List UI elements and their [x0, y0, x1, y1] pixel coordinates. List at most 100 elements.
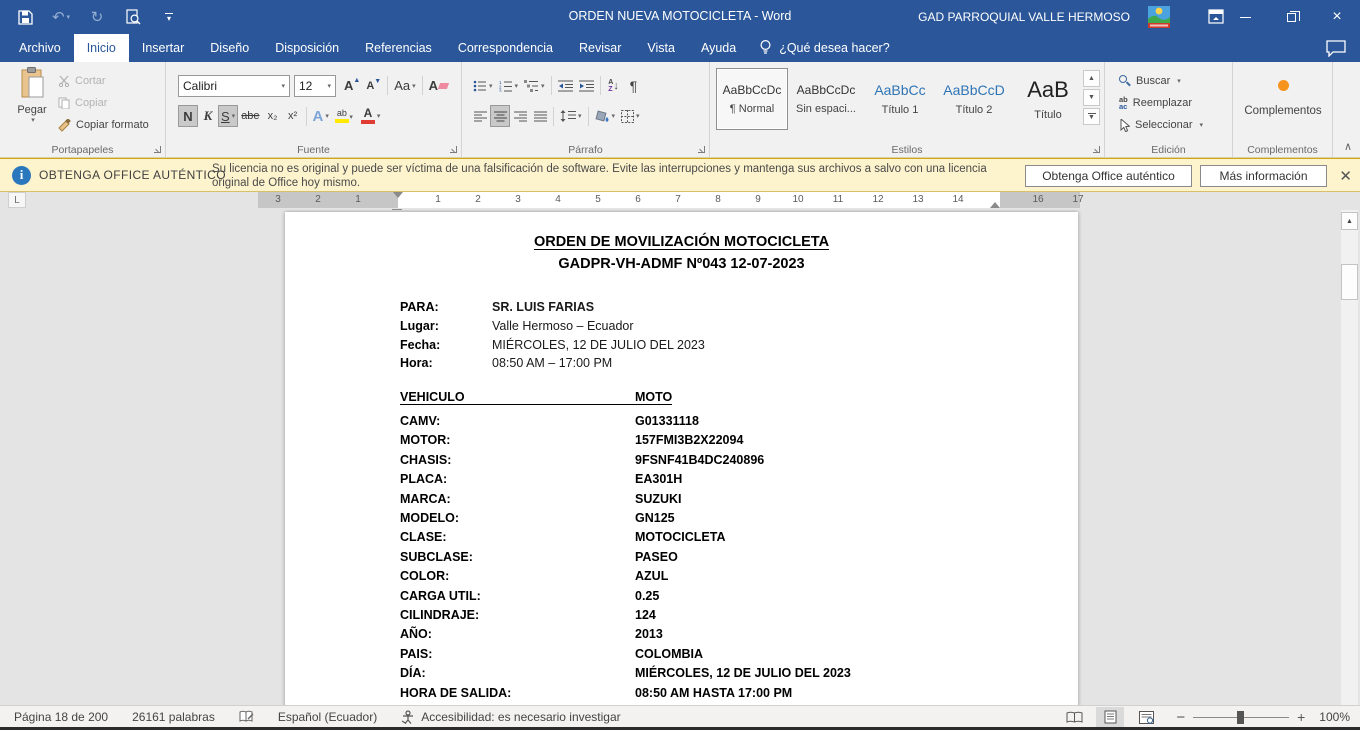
table-row: PLACA: EA301H [400, 470, 851, 489]
align-right-button[interactable] [510, 105, 530, 127]
scroll-up-icon[interactable]: ▲ [1341, 212, 1358, 230]
shrink-font-button[interactable]: A▼ [363, 75, 384, 97]
tab-vista[interactable]: Vista [634, 34, 688, 62]
styles-dialog-launcher[interactable] [1092, 145, 1101, 154]
tab-inicio[interactable]: Inicio [74, 34, 129, 62]
table-row: CILINDRAJE: 124 [400, 606, 851, 625]
tell-me-box[interactable]: ¿Qué desea hacer? [749, 34, 900, 62]
right-indent-marker[interactable] [990, 202, 1000, 208]
style-titulo[interactable]: AaB Título [1012, 68, 1084, 130]
bullets-icon [473, 80, 487, 92]
zoom-slider[interactable] [1193, 717, 1289, 718]
numbering-button[interactable]: 123▾ [496, 75, 522, 97]
tab-ayuda[interactable]: Ayuda [688, 34, 749, 62]
info-icon: i [12, 166, 31, 185]
cut-button[interactable]: Cortar [58, 70, 149, 92]
find-button[interactable]: Buscar▾ [1119, 70, 1203, 92]
grow-font-button[interactable]: A▲ [341, 75, 363, 97]
avatar[interactable] [1148, 6, 1170, 33]
select-button[interactable]: Seleccionar▾ [1119, 114, 1203, 136]
styles-more-button[interactable]: ▼ [1083, 108, 1100, 125]
dismiss-warning-icon[interactable]: ✕ [1339, 167, 1352, 185]
align-center-icon [494, 111, 507, 122]
paste-button[interactable]: Pegar ▾ [8, 67, 56, 141]
highlight-color-button[interactable]: ab▾ [332, 105, 352, 127]
web-layout-button[interactable] [1132, 707, 1160, 727]
decrease-indent-button[interactable] [555, 75, 576, 97]
print-layout-button[interactable] [1096, 707, 1124, 727]
style-titulo-2[interactable]: AaBbCcD Título 2 [938, 68, 1010, 130]
close-button[interactable]: × [1314, 0, 1360, 34]
font-size-combo[interactable]: 12▾ [294, 75, 336, 97]
copy-button[interactable]: Copiar [58, 92, 149, 114]
multilevel-list-button[interactable]: ▾ [521, 75, 548, 97]
account-name[interactable]: GAD PARROQUIAL VALLE HERMOSO [918, 10, 1130, 24]
get-office-button[interactable]: Obtenga Office auténtico [1025, 165, 1192, 187]
font-color-button[interactable]: A▾ [358, 105, 384, 127]
proofing-icon[interactable] [239, 710, 254, 724]
tab-insertar[interactable]: Insertar [129, 34, 197, 62]
more-info-button[interactable]: Más información [1200, 165, 1327, 187]
format-painter-button[interactable]: Copiar formato [58, 114, 149, 136]
chevron-down-icon: ▾ [31, 116, 35, 124]
text-effects-button[interactable]: A▾ [310, 105, 332, 127]
tab-archivo[interactable]: Archivo [6, 34, 74, 62]
collapse-ribbon-icon[interactable]: ∧ [1344, 140, 1352, 153]
sort-button[interactable]: AZ↓ [604, 75, 624, 97]
first-line-indent-marker[interactable] [393, 192, 403, 198]
ruler[interactable]: 321 1234567891011121314 1617 [258, 192, 1080, 208]
clipboard-dialog-launcher[interactable] [153, 145, 162, 154]
tab-correspondencia[interactable]: Correspondencia [445, 34, 566, 62]
font-dialog-launcher[interactable] [449, 145, 458, 154]
underline-button[interactable]: S▾ [218, 105, 238, 127]
bullets-button[interactable]: ▾ [470, 75, 496, 97]
table-row: MOTOR: 157FMI3B2X22094 [400, 431, 851, 450]
page-indicator[interactable]: Página 18 de 200 [14, 710, 108, 724]
tab-diseno[interactable]: Diseño [197, 34, 262, 62]
show-marks-button[interactable]: ¶ [624, 75, 644, 97]
zoom-slider-handle[interactable] [1237, 711, 1244, 724]
tab-selector-button[interactable]: L [8, 192, 26, 208]
subscript-button[interactable]: x₂ [263, 105, 283, 127]
style-titulo-1[interactable]: AaBbCc Título 1 [864, 68, 936, 130]
styles-scroll-up-button[interactable]: ▲ [1083, 70, 1100, 87]
scrollbar-thumb[interactable] [1341, 264, 1358, 300]
style-sin-espaciado[interactable]: AaBbCcDc Sin espaci... [790, 68, 862, 130]
read-mode-button[interactable] [1060, 707, 1088, 727]
align-center-button[interactable] [490, 105, 510, 127]
italic-button[interactable]: K [198, 105, 218, 127]
restore-button[interactable] [1268, 0, 1314, 34]
strikethrough-button[interactable]: abe [238, 105, 262, 127]
comments-icon[interactable] [1326, 40, 1348, 58]
change-case-button[interactable]: Aa▾ [391, 75, 418, 97]
line-spacing-button[interactable]: ▾ [557, 105, 585, 127]
zoom-level[interactable]: 100% [1319, 710, 1350, 724]
align-left-button[interactable] [470, 105, 490, 127]
paragraph-dialog-launcher[interactable] [697, 145, 706, 154]
minimize-button[interactable] [1222, 0, 1268, 34]
bold-button[interactable]: N [178, 105, 198, 127]
justify-button[interactable] [530, 105, 550, 127]
tab-disposicion[interactable]: Disposición [262, 34, 352, 62]
replace-button[interactable]: abac Reemplazar [1119, 92, 1203, 114]
accessibility-status[interactable]: Accesibilidad: es necesario investigar [401, 710, 620, 724]
zoom-in-icon[interactable]: + [1297, 709, 1305, 725]
font-name-combo[interactable]: Calibri▾ [178, 75, 290, 97]
warning-message: Su licencia no es original y puede ser v… [212, 162, 1007, 190]
tab-revisar[interactable]: Revisar [566, 34, 634, 62]
zoom-out-icon[interactable]: − [1176, 709, 1185, 726]
superscript-button[interactable]: x² [283, 105, 303, 127]
addins-button[interactable]: Complementos [1238, 72, 1328, 117]
document-page[interactable]: ORDEN DE MOVILIZACIÓN MOTOCICLETA GADPR-… [285, 212, 1078, 705]
language-indicator[interactable]: Español (Ecuador) [278, 710, 377, 724]
increase-indent-button[interactable] [576, 75, 597, 97]
table-row: MODELO: GN125 [400, 509, 851, 528]
vertical-scrollbar[interactable]: ▲ [1341, 210, 1358, 705]
shading-button[interactable]: ▾ [592, 105, 619, 127]
word-count[interactable]: 26161 palabras [132, 710, 215, 724]
styles-scroll-down-button[interactable]: ▼ [1083, 89, 1100, 106]
borders-button[interactable]: ▾ [618, 105, 643, 127]
style-normal[interactable]: AaBbCcDc ¶ Normal [716, 68, 788, 130]
tab-referencias[interactable]: Referencias [352, 34, 445, 62]
clear-formatting-button[interactable]: A [426, 75, 451, 97]
